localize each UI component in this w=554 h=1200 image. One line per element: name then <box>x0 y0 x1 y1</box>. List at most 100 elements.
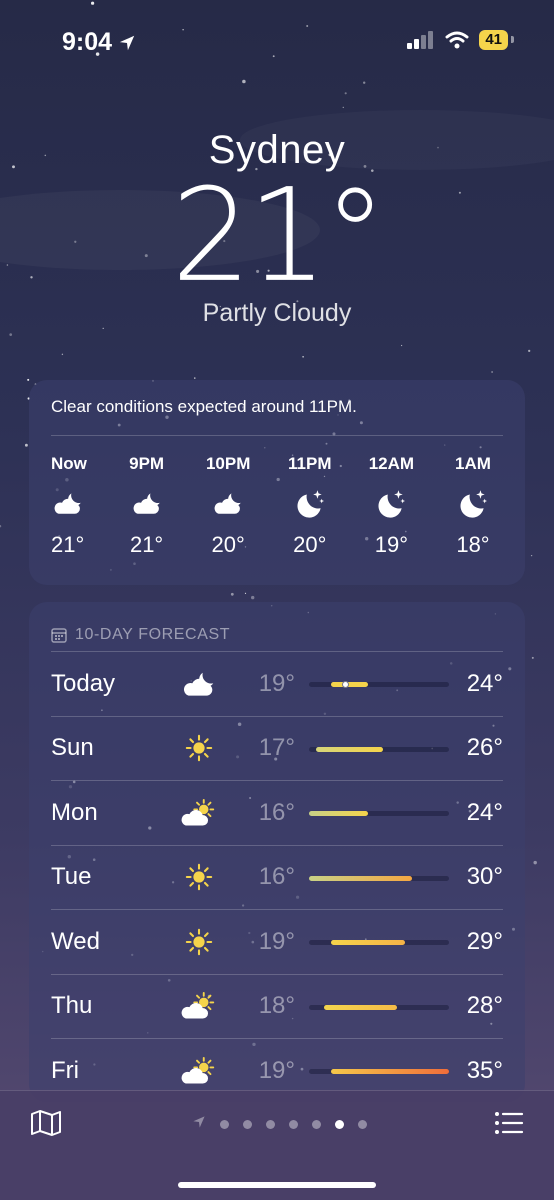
hour-temp: 19° <box>374 532 409 557</box>
partly-cloudy-night-icon <box>51 480 85 528</box>
forecast-title: 10-DAY FORECAST <box>75 626 231 643</box>
day-name: Tue <box>51 863 92 891</box>
temp-range-bar <box>309 940 449 945</box>
hour-item: 10PM 20° <box>198 454 258 558</box>
day-high-temp: 24° <box>466 669 503 697</box>
day-high-temp: 28° <box>466 992 503 1020</box>
ten-day-forecast-card[interactable]: 10-DAY FORECAST Today 19° 24° Sun 17° 26°… <box>29 602 525 1102</box>
temp-range-bar <box>309 1069 449 1074</box>
battery-indicator: 41 <box>479 30 514 50</box>
signal-icon <box>407 31 434 49</box>
temp-range-bar <box>309 681 449 688</box>
partly-sunny-icon <box>169 991 229 1021</box>
day-name: Today <box>51 669 116 697</box>
sun-icon <box>169 733 229 763</box>
hour-temp: 18° <box>456 532 490 557</box>
hour-item: 12AM 19° <box>361 454 421 558</box>
page-dot[interactable] <box>243 1120 252 1129</box>
hourly-summary: Clear conditions expected around 11PM. <box>51 380 503 436</box>
forecast-list[interactable]: Today 19° 24° Sun 17° 26° Mon 16° 24° Tue 1… <box>29 652 525 1102</box>
day-name: Thu <box>51 992 93 1020</box>
hourly-forecast-card[interactable]: Clear conditions expected around 11PM. N… <box>29 380 525 585</box>
forecast-header: 10-DAY FORECAST <box>51 602 503 652</box>
hour-label: 9PM <box>129 454 165 473</box>
sun-icon <box>169 862 229 892</box>
status-time: 9:04 <box>62 28 136 57</box>
hour-label: 1AM <box>455 454 491 473</box>
day-name: Fri <box>51 1056 79 1084</box>
status-indicators: 41 <box>407 30 514 50</box>
hour-temp: 20° <box>211 532 245 557</box>
day-name: Mon <box>51 798 98 826</box>
wifi-icon <box>445 31 469 49</box>
day-name: Sun <box>51 734 94 762</box>
list-icon[interactable] <box>494 1111 524 1135</box>
temp-range-fill <box>309 811 368 816</box>
day-low-temp: 17° <box>258 734 295 762</box>
bottom-toolbar <box>0 1090 554 1200</box>
day-high-temp: 29° <box>466 927 503 955</box>
day-high-temp: 30° <box>466 863 503 891</box>
day-low-temp: 19° <box>258 669 295 697</box>
clear-night-icon <box>293 480 327 528</box>
day-name: Wed <box>51 927 100 955</box>
forecast-day-row[interactable]: Sun 17° 26° <box>51 717 503 781</box>
temp-range-fill <box>323 1004 398 1010</box>
temp-range-fill <box>309 875 413 881</box>
temp-range-bar <box>309 811 449 816</box>
partly-cloudy-night-icon <box>211 480 245 528</box>
clock: 9:04 <box>62 28 113 56</box>
page-dot[interactable] <box>220 1120 229 1129</box>
forecast-day-row[interactable]: Tue 16° 30° <box>51 846 503 910</box>
partly-sunny-icon <box>169 798 229 828</box>
temp-range-bar <box>309 875 449 881</box>
temp-range-bar <box>309 1004 449 1010</box>
day-low-temp: 16° <box>258 863 295 891</box>
forecast-day-row[interactable]: Thu 18° 28° <box>51 975 503 1039</box>
hour-item: Now 21° <box>51 454 95 558</box>
day-low-temp: 16° <box>258 798 295 826</box>
day-high-temp: 24° <box>466 798 503 826</box>
temp-range-fill <box>331 682 368 687</box>
forecast-day-row[interactable]: Wed 19° 29° <box>51 910 503 975</box>
hour-temp: 21° <box>51 532 85 557</box>
hour-label: Now <box>51 454 87 473</box>
day-low-temp: 18° <box>258 992 295 1020</box>
temp-range-bar <box>309 746 449 752</box>
partly-cloudy-night-icon <box>169 669 229 699</box>
page-dot[interactable] <box>312 1120 321 1129</box>
partly-cloudy-night-icon <box>130 480 164 528</box>
hour-temp: 20° <box>293 532 327 557</box>
day-low-temp: 19° <box>258 927 295 955</box>
sun-icon <box>169 927 229 957</box>
current-location-arrow-icon[interactable] <box>192 1115 206 1134</box>
clear-night-icon <box>374 480 408 528</box>
current-temperature: 21° <box>171 160 386 311</box>
hour-temp: 21° <box>129 532 164 557</box>
hour-label: 10PM <box>205 454 251 473</box>
location-arrow-icon <box>119 35 135 50</box>
temp-range-fill <box>331 1069 449 1074</box>
day-low-temp: 19° <box>258 1056 295 1084</box>
hour-item: 11PM 20° <box>280 454 340 558</box>
forecast-day-row[interactable]: Mon 16° 24° <box>51 781 503 846</box>
page-dot[interactable] <box>289 1120 298 1129</box>
hourly-list[interactable]: Now 21° 9PM 21° 10PM 20° 11PM 20° 12AM 19° 1A… <box>29 436 525 558</box>
hour-label: 12AM <box>368 454 415 473</box>
page-indicator[interactable] <box>0 1115 554 1134</box>
day-high-temp: 35° <box>466 1056 503 1084</box>
page-dot[interactable] <box>358 1120 367 1129</box>
forecast-day-row[interactable]: Today 19° 24° <box>51 652 503 717</box>
hour-item: 9PM 21° <box>117 454 177 558</box>
temp-range-fill <box>316 746 383 752</box>
status-bar: 9:04 41 <box>0 0 554 80</box>
day-high-temp: 26° <box>466 734 503 762</box>
home-indicator[interactable] <box>178 1182 376 1188</box>
hour-label: 11PM <box>288 454 332 473</box>
clear-night-icon <box>456 480 490 528</box>
current-weather: Sydney 21° Partly Cloudy <box>0 128 554 328</box>
partly-sunny-icon <box>169 1056 229 1086</box>
page-dot[interactable] <box>335 1120 344 1129</box>
page-dot[interactable] <box>266 1120 275 1129</box>
hour-item: 1AM 18° <box>443 454 503 558</box>
